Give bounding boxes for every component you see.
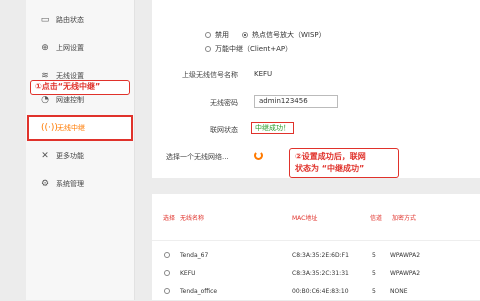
status-label: 联网状态	[210, 126, 238, 134]
callout-line: 状态为 “中继成功”	[295, 164, 365, 173]
password-input[interactable]: admin123456	[254, 95, 338, 108]
radio-wisp[interactable]	[242, 32, 248, 38]
mode-option-label: 禁用	[215, 31, 229, 39]
column-header-name: 无线名称	[180, 215, 205, 222]
password-label: 无线密码	[210, 99, 238, 107]
row-mac: C8:3A:35:2C:31:31	[292, 270, 349, 277]
column-header-encryption: 加密方式	[392, 215, 417, 222]
callout-status-success: ②设置成功后，联网 状态为 “中继成功”	[289, 148, 399, 178]
sidebar-item-router-status[interactable]: ▭ 路由状态	[26, 8, 134, 32]
tools-icon: ✕	[41, 151, 49, 161]
mode-option-label: 热点信号放大（WISP）	[252, 31, 326, 39]
row-radio[interactable]	[164, 252, 170, 258]
row-mac: 00:B0:C6:4E:83:10	[292, 288, 349, 295]
column-header-channel: 信道	[370, 215, 383, 222]
repeater-icon: ((·))	[41, 123, 58, 133]
column-header-mac: MAC地址	[292, 215, 318, 222]
refresh-icon[interactable]	[254, 151, 263, 160]
sidebar-item-label: 网速控制	[56, 96, 84, 104]
sidebar-item-more[interactable]: ✕ 更多功能	[26, 144, 134, 168]
sidebar-item-system[interactable]: ⚙ 系统管理	[26, 172, 134, 196]
row-encryption: WPAWPA2	[390, 270, 421, 277]
status-badge: 中继成功！	[251, 122, 294, 134]
sidebar-item-label: 上网设置	[56, 44, 84, 52]
row-name: KEFU	[180, 270, 196, 277]
row-encryption: NONE	[390, 288, 408, 295]
table-row[interactable]: Tenda_office 00:B0:C6:4E:83:10 5 NONE	[152, 283, 480, 301]
mode-option-wisp[interactable]: 热点信号放大（WISP）	[242, 30, 326, 40]
row-name: Tenda_office	[180, 288, 218, 295]
radio-client-ap[interactable]	[205, 46, 211, 52]
globe-icon: ⊕	[41, 43, 49, 53]
router-icon: ▭	[40, 15, 50, 25]
sidebar-item-repeater[interactable]: ((·)) 无线中继	[27, 115, 133, 141]
row-channel: 5	[372, 288, 376, 295]
sidebar: ▭ 路由状态 ⊕ 上网设置 ≋ 无线设置 ◔ 网速控制 ((·)) 无线中继 ✕…	[26, 0, 135, 300]
row-channel: 5	[372, 252, 376, 259]
speed-icon: ◔	[41, 95, 49, 105]
sidebar-item-label: 无线中继	[57, 124, 85, 132]
mode-option-disable[interactable]: 禁用	[205, 30, 229, 40]
radio-disable[interactable]	[205, 32, 211, 38]
sidebar-item-label: 路由状态	[56, 16, 84, 24]
mode-option-client-ap[interactable]: 万能中继（Client+AP）	[205, 44, 292, 54]
column-header-select: 选择	[163, 215, 176, 222]
row-radio[interactable]	[164, 270, 170, 276]
ssid-label: 上级无线信号名称	[182, 71, 238, 79]
table-row[interactable]: KEFU C8:3A:35:2C:31:31 5 WPAWPA2	[152, 265, 480, 283]
divider	[152, 240, 480, 241]
table-row[interactable]: Tenda_67 C8:3A:35:2E:6D:F1 5 WPAWPA2	[152, 247, 480, 265]
row-channel: 5	[372, 270, 376, 277]
row-name: Tenda_67	[180, 252, 209, 259]
callout-click-repeater: ①点击“无线中继”	[30, 80, 130, 95]
callout-line: ②设置成功后，联网	[295, 152, 366, 161]
sidebar-item-internet[interactable]: ⊕ 上网设置	[26, 36, 134, 60]
row-radio[interactable]	[164, 288, 170, 294]
mode-option-label: 万能中继（Client+AP）	[215, 45, 293, 53]
row-mac: C8:3A:35:2E:6D:F1	[292, 252, 349, 259]
ssid-value: KEFU	[254, 70, 273, 78]
gear-icon: ⚙	[40, 179, 50, 189]
sidebar-item-label: 更多功能	[56, 152, 84, 160]
select-network-label: 选择一个无线网络...	[166, 153, 229, 161]
row-encryption: WPAWPA2	[390, 252, 421, 259]
sidebar-item-label: 系统管理	[56, 180, 84, 188]
